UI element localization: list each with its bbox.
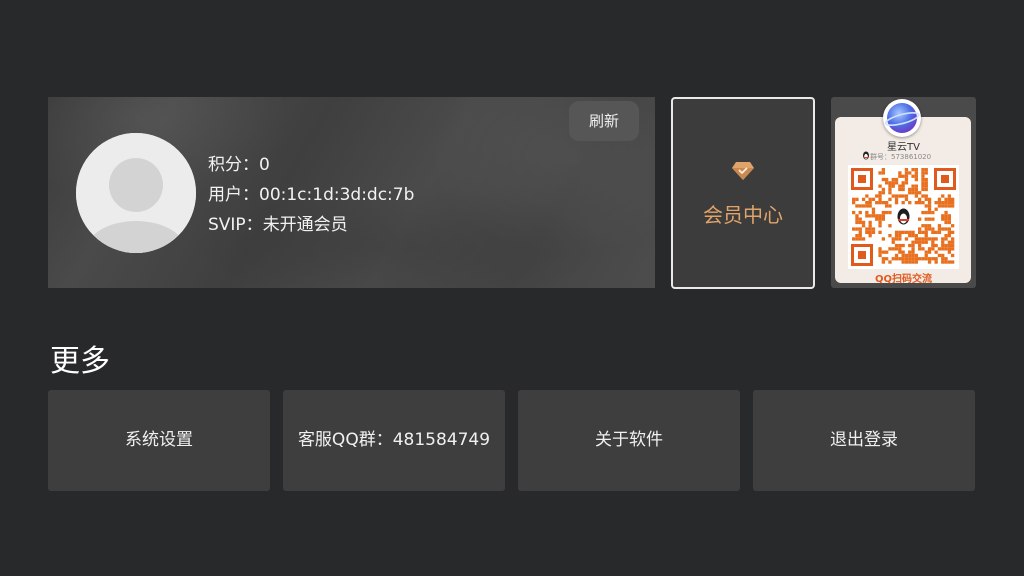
system-settings-button[interactable]: 系统设置	[48, 390, 270, 491]
qr-title: 星云TV	[887, 142, 920, 153]
refresh-button[interactable]: 刷新	[569, 101, 639, 141]
diamond-icon	[732, 162, 754, 180]
member-center-button[interactable]: 会员中心	[671, 97, 815, 289]
user-row: 用户：00:1c:1d:3d:dc:7b	[208, 180, 414, 210]
user-avatar-icon	[76, 133, 196, 253]
account-info: 积分：0 用户：00:1c:1d:3d:dc:7b SVIP：未开通会员	[208, 150, 414, 240]
logout-button[interactable]: 退出登录	[753, 390, 975, 491]
more-section-title: 更多	[50, 344, 110, 379]
user-value: 00:1c:1d:3d:dc:7b	[259, 185, 415, 205]
profile-card: 积分：0 用户：00:1c:1d:3d:dc:7b SVIP：未开通会员 刷新	[48, 97, 655, 288]
planet-logo-icon	[883, 99, 921, 137]
qr-code	[848, 165, 959, 269]
points-value: 0	[259, 155, 270, 175]
qr-group-number: 群号：573861020	[870, 153, 932, 161]
points-row: 积分：0	[208, 150, 414, 180]
svip-row: SVIP：未开通会员	[208, 210, 414, 240]
svip-label: SVIP：	[208, 215, 263, 235]
points-label: 积分：	[208, 155, 259, 175]
qr-caption: QQ扫码交流	[874, 274, 932, 285]
member-center-label: 会员中心	[703, 203, 783, 227]
qq-group-qr-panel: 星云TV 群号：573861020 QQ扫码交流	[831, 97, 976, 288]
customer-service-qq-group-button[interactable]: 客服QQ群：481584749	[283, 390, 505, 491]
about-software-button[interactable]: 关于软件	[518, 390, 740, 491]
user-label: 用户：	[208, 185, 259, 205]
qq-penguin-icon	[863, 151, 869, 160]
avatar	[76, 133, 196, 253]
svip-value: 未开通会员	[262, 215, 348, 235]
